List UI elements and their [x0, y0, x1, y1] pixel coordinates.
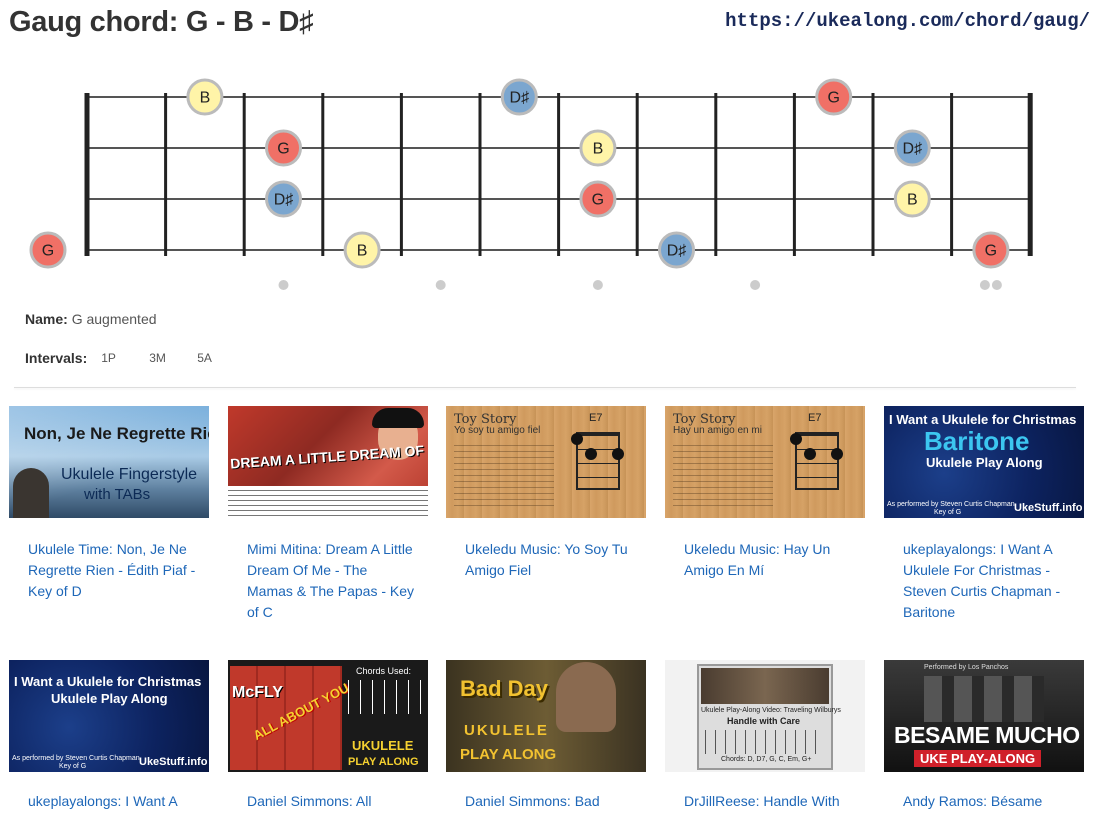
- fret-marker-dot: [592, 280, 603, 290]
- thumb-subtitle-2: with TABs: [84, 486, 151, 503]
- video-thumbnail[interactable]: I Want a Ukulele for Christmas Ukulele P…: [9, 660, 209, 772]
- thumb-chords: Chords: D, D7, G, C, Em, G+: [721, 756, 812, 763]
- note-label: G: [42, 243, 54, 260]
- thumb-credit: Performed by Los Panchos: [924, 664, 1009, 671]
- thumb-subtitle: Ukulele Play Along: [51, 691, 168, 706]
- note-marker: B: [893, 180, 931, 218]
- note-marker: D♯: [893, 129, 931, 167]
- video-thumbnail[interactable]: Non, Je Ne Regrette Rien Ukulele Fingers…: [9, 406, 209, 518]
- note-marker: D♯: [658, 231, 695, 269]
- thumb-play-along: PLAY ALONG: [348, 756, 419, 768]
- interval-3: 5A: [197, 351, 212, 365]
- video-thumbnail[interactable]: McFLY ALL ABOUT YOU Chords Used: UKULELE…: [228, 660, 428, 772]
- thumb-brand: UkeStuff.info: [139, 756, 208, 768]
- section-divider: [14, 387, 1076, 388]
- page: Gaug chord: G - B - D♯ https://ukealong.…: [0, 0, 1100, 815]
- thumb-band: McFLY: [232, 684, 283, 701]
- note-marker: B: [343, 231, 381, 269]
- note-label: B: [907, 192, 918, 209]
- chord-name-label: Name:: [25, 311, 68, 327]
- thumb-subtitle: Yo soy tu amigo fiel: [454, 425, 541, 436]
- interval-2: 3M: [149, 351, 166, 365]
- video-title-link[interactable]: DrJillReese: Handle With: [684, 791, 854, 812]
- thumb-subtitle: Ukulele Play-Along Video: Traveling Wilb…: [701, 707, 841, 714]
- note-marker: G: [265, 129, 302, 167]
- note-label: B: [200, 90, 211, 107]
- chord-name-row: Name: G augmented: [25, 311, 157, 327]
- video-title-link[interactable]: Mimi Mitina: Dream A Little Dream Of Me …: [247, 539, 417, 623]
- interval-1: 1P: [101, 351, 116, 365]
- thumb-chord-name: E7: [589, 412, 603, 424]
- note-marker: D♯: [265, 180, 302, 218]
- thumb-ukulele: UKULELE: [464, 722, 549, 739]
- video-thumbnail[interactable]: Performed by Los Panchos BESAME MUCHO UK…: [884, 660, 1084, 772]
- note-label: D♯: [510, 90, 530, 107]
- thumb-credit: As performed by Steven Curtis Chapman: [12, 755, 140, 762]
- video-title-link[interactable]: Daniel Simmons: All: [247, 791, 417, 812]
- video-thumbnail[interactable]: Toy Story Yo soy tu amigo fiel E7: [446, 406, 646, 518]
- video-thumbnail[interactable]: I Want a Ukulele for Christmas Baritone …: [884, 406, 1084, 518]
- thumb-brand: UkeStuff.info: [1014, 502, 1083, 514]
- video-title-link[interactable]: Andy Ramos: Bésame: [903, 791, 1073, 812]
- fret-marker-dot: [979, 280, 990, 290]
- thumb-play-along: UKE PLAY-ALONG: [914, 750, 1042, 767]
- thumb-title: BESAME MUCHO: [894, 722, 1080, 748]
- note-label: G: [277, 141, 289, 158]
- note-marker: G: [579, 180, 617, 218]
- thumb-title: I Want a Ukulele for Christmas: [889, 412, 1077, 427]
- video-title-link[interactable]: Ukulele Time: Non, Je Ne Regrette Rien -…: [28, 539, 198, 602]
- fret-marker-dot: [750, 280, 761, 290]
- thumb-title: DREAM A LITTLE DREAM OF ME: [229, 440, 428, 472]
- note-label: B: [593, 141, 604, 158]
- thumb-ukulele: UKULELE: [352, 738, 414, 753]
- video-title-link[interactable]: Ukeledu Music: Yo Soy Tu Amigo Fiel: [465, 539, 635, 581]
- fret-marker-dot: [991, 280, 1002, 290]
- thumb-subtitle-2: Ukulele Play Along: [926, 455, 1043, 470]
- thumb-subtitle: Baritone: [924, 426, 1030, 456]
- video-title-link[interactable]: Daniel Simmons: Bad: [465, 791, 635, 812]
- note-marker: B: [579, 129, 617, 167]
- video-title-link[interactable]: ukeplayalongs: I Want A Ukulele For Chri…: [903, 539, 1073, 623]
- page-url-link[interactable]: https://ukealong.com/chord/gaug/: [725, 10, 1090, 32]
- note-marker: G: [972, 231, 1010, 269]
- note-marker: B: [186, 78, 224, 116]
- thumb-credit: As performed by Steven Curtis Chapman: [887, 501, 1015, 508]
- page-title: Gaug chord: G - B - D♯: [9, 6, 314, 38]
- thumb-play-along: PLAY ALONG: [460, 746, 557, 763]
- note-label: G: [827, 90, 839, 107]
- thumb-title: Bad Day: [460, 676, 549, 701]
- video-title-link[interactable]: ukeplayalongs: I Want A: [28, 791, 198, 812]
- chord-intervals-label: Intervals:: [25, 350, 88, 366]
- fret-marker-dot: [278, 280, 289, 290]
- thumb-title: Non, Je Ne Regrette Rien: [24, 424, 209, 443]
- fret-marker-dot: [435, 280, 446, 290]
- fretboard-diagram: B D♯ G G B D♯ D♯ G B G B D♯ G: [29, 78, 1033, 290]
- video-thumbnail[interactable]: Ukulele Play-Along Video: Traveling Wilb…: [665, 660, 865, 772]
- chord-name-value: G augmented: [71, 311, 157, 327]
- note-label: G: [985, 243, 997, 260]
- thumb-chords-label: Chords Used:: [356, 666, 412, 676]
- thumb-key: Key of G: [934, 509, 962, 516]
- thumb-subtitle: Ukulele Fingerstyle: [61, 466, 198, 483]
- thumb-title: Handle with Care: [727, 716, 801, 726]
- note-marker: G: [29, 231, 67, 269]
- note-marker: G: [815, 78, 853, 116]
- note-marker: D♯: [500, 78, 538, 116]
- note-label: B: [357, 243, 368, 260]
- video-title-link[interactable]: Ukeledu Music: Hay Un Amigo En Mí: [684, 539, 854, 581]
- chord-intervals-row: Intervals: 1P 3M 5A: [25, 350, 227, 366]
- thumb-chord-name: E7: [808, 412, 822, 424]
- thumb-key: Key of G: [59, 763, 87, 770]
- video-thumbnail[interactable]: DREAM A LITTLE DREAM OF ME: [228, 406, 428, 518]
- video-thumbnail[interactable]: Bad Day UKULELE PLAY ALONG: [446, 660, 646, 772]
- thumb-title: I Want a Ukulele for Christmas: [14, 674, 202, 689]
- note-label: G: [592, 192, 604, 209]
- thumb-subtitle: Hay un amigo en mi: [673, 425, 762, 436]
- video-thumbnail[interactable]: Toy Story Hay un amigo en mi E7: [665, 406, 865, 518]
- note-label: D♯: [667, 243, 687, 260]
- note-label: D♯: [274, 192, 294, 209]
- note-label: D♯: [903, 141, 923, 158]
